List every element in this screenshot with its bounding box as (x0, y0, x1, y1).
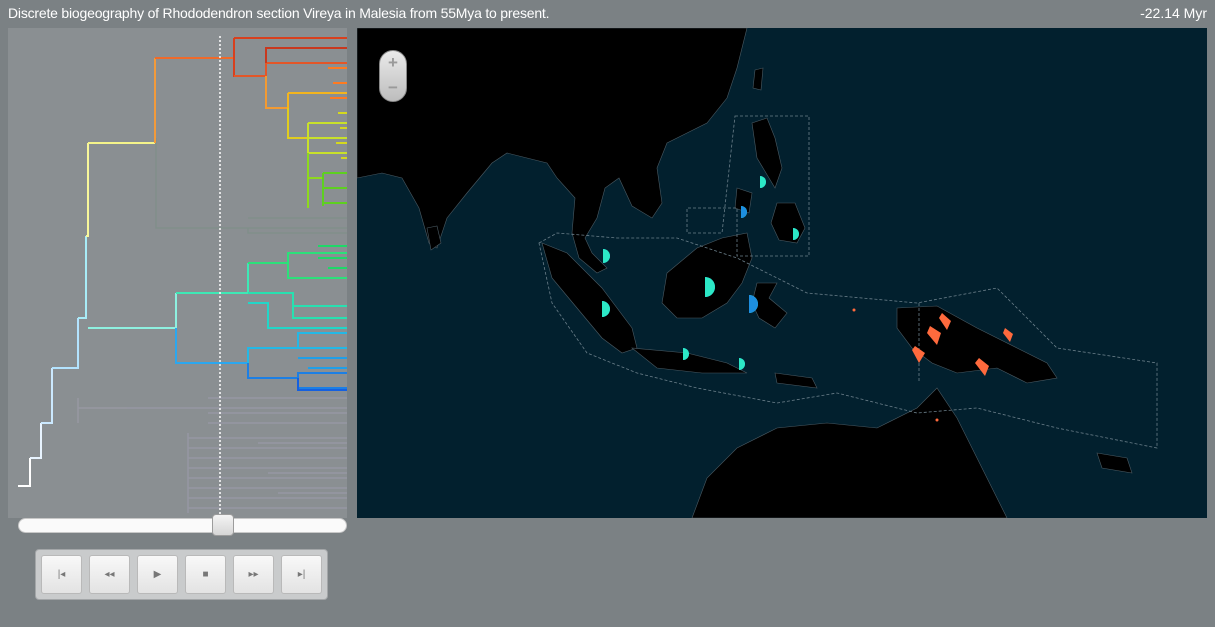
header-bar: Discrete biogeography of Rhododendron se… (0, 0, 1215, 28)
stop-button[interactable]: ■ (185, 555, 226, 594)
page-title: Discrete biogeography of Rhododendron se… (8, 5, 550, 21)
phylogenetic-tree-panel (8, 28, 347, 518)
phylogenetic-tree (18, 36, 347, 516)
fast-forward-button[interactable]: ▸▸ (233, 555, 274, 594)
stop-icon: ■ (202, 569, 209, 580)
fast-forward-icon: ▸▸ (248, 569, 259, 580)
skip-to-start-button[interactable]: |◂ (41, 555, 82, 594)
time-slider-track[interactable] (18, 518, 347, 533)
time-slider-handle[interactable] (212, 514, 234, 536)
zoom-control: + − (379, 50, 407, 102)
skip-end-icon: ▸| (297, 569, 306, 580)
zoom-out-button[interactable]: − (380, 76, 406, 100)
playback-controls: |◂ ◂◂ ▶ ■ ▸▸ ▸| (35, 549, 328, 600)
zoom-in-button[interactable]: + (380, 51, 406, 75)
play-icon: ▶ (153, 569, 162, 580)
play-button[interactable]: ▶ (137, 555, 178, 594)
rewind-button[interactable]: ◂◂ (89, 555, 130, 594)
map-canvas (357, 28, 1158, 518)
skip-start-icon: |◂ (57, 569, 66, 580)
rewind-icon: ◂◂ (104, 569, 115, 580)
time-readout: -22.14 Myr (1140, 5, 1207, 21)
skip-to-end-button[interactable]: ▸| (281, 555, 322, 594)
map-view[interactable]: + − (357, 28, 1207, 518)
